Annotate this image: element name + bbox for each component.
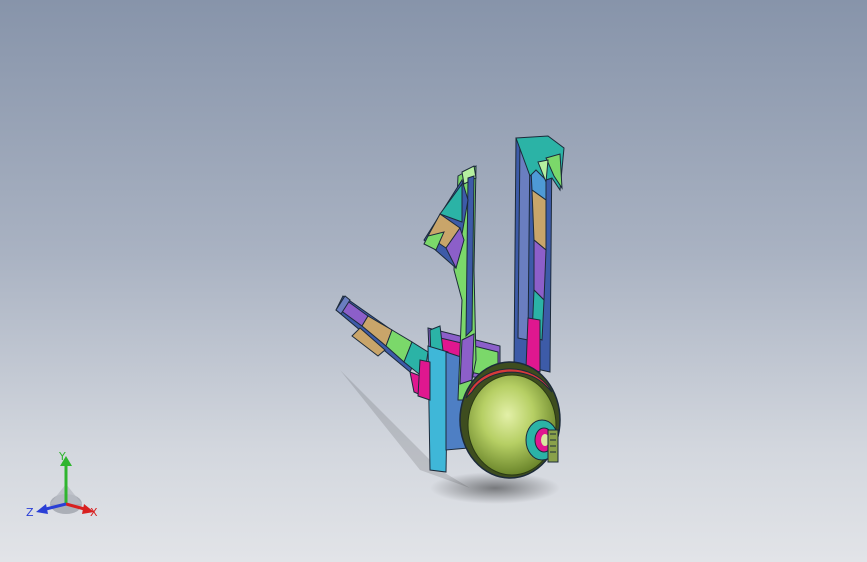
x-axis-label: X [90,506,98,519]
left-wing[interactable] [335,295,433,401]
3d-viewport[interactable]: Y Z X [0,0,867,562]
right-mast[interactable] [513,135,565,373]
axis-triad[interactable]: Y Z X [22,448,112,528]
z-axis-arrow [36,504,48,514]
y-axis-label: Y [58,450,66,463]
command-dome[interactable] [459,361,561,479]
z-axis-label: Z [26,506,34,519]
spacecraft-model[interactable] [0,0,867,562]
